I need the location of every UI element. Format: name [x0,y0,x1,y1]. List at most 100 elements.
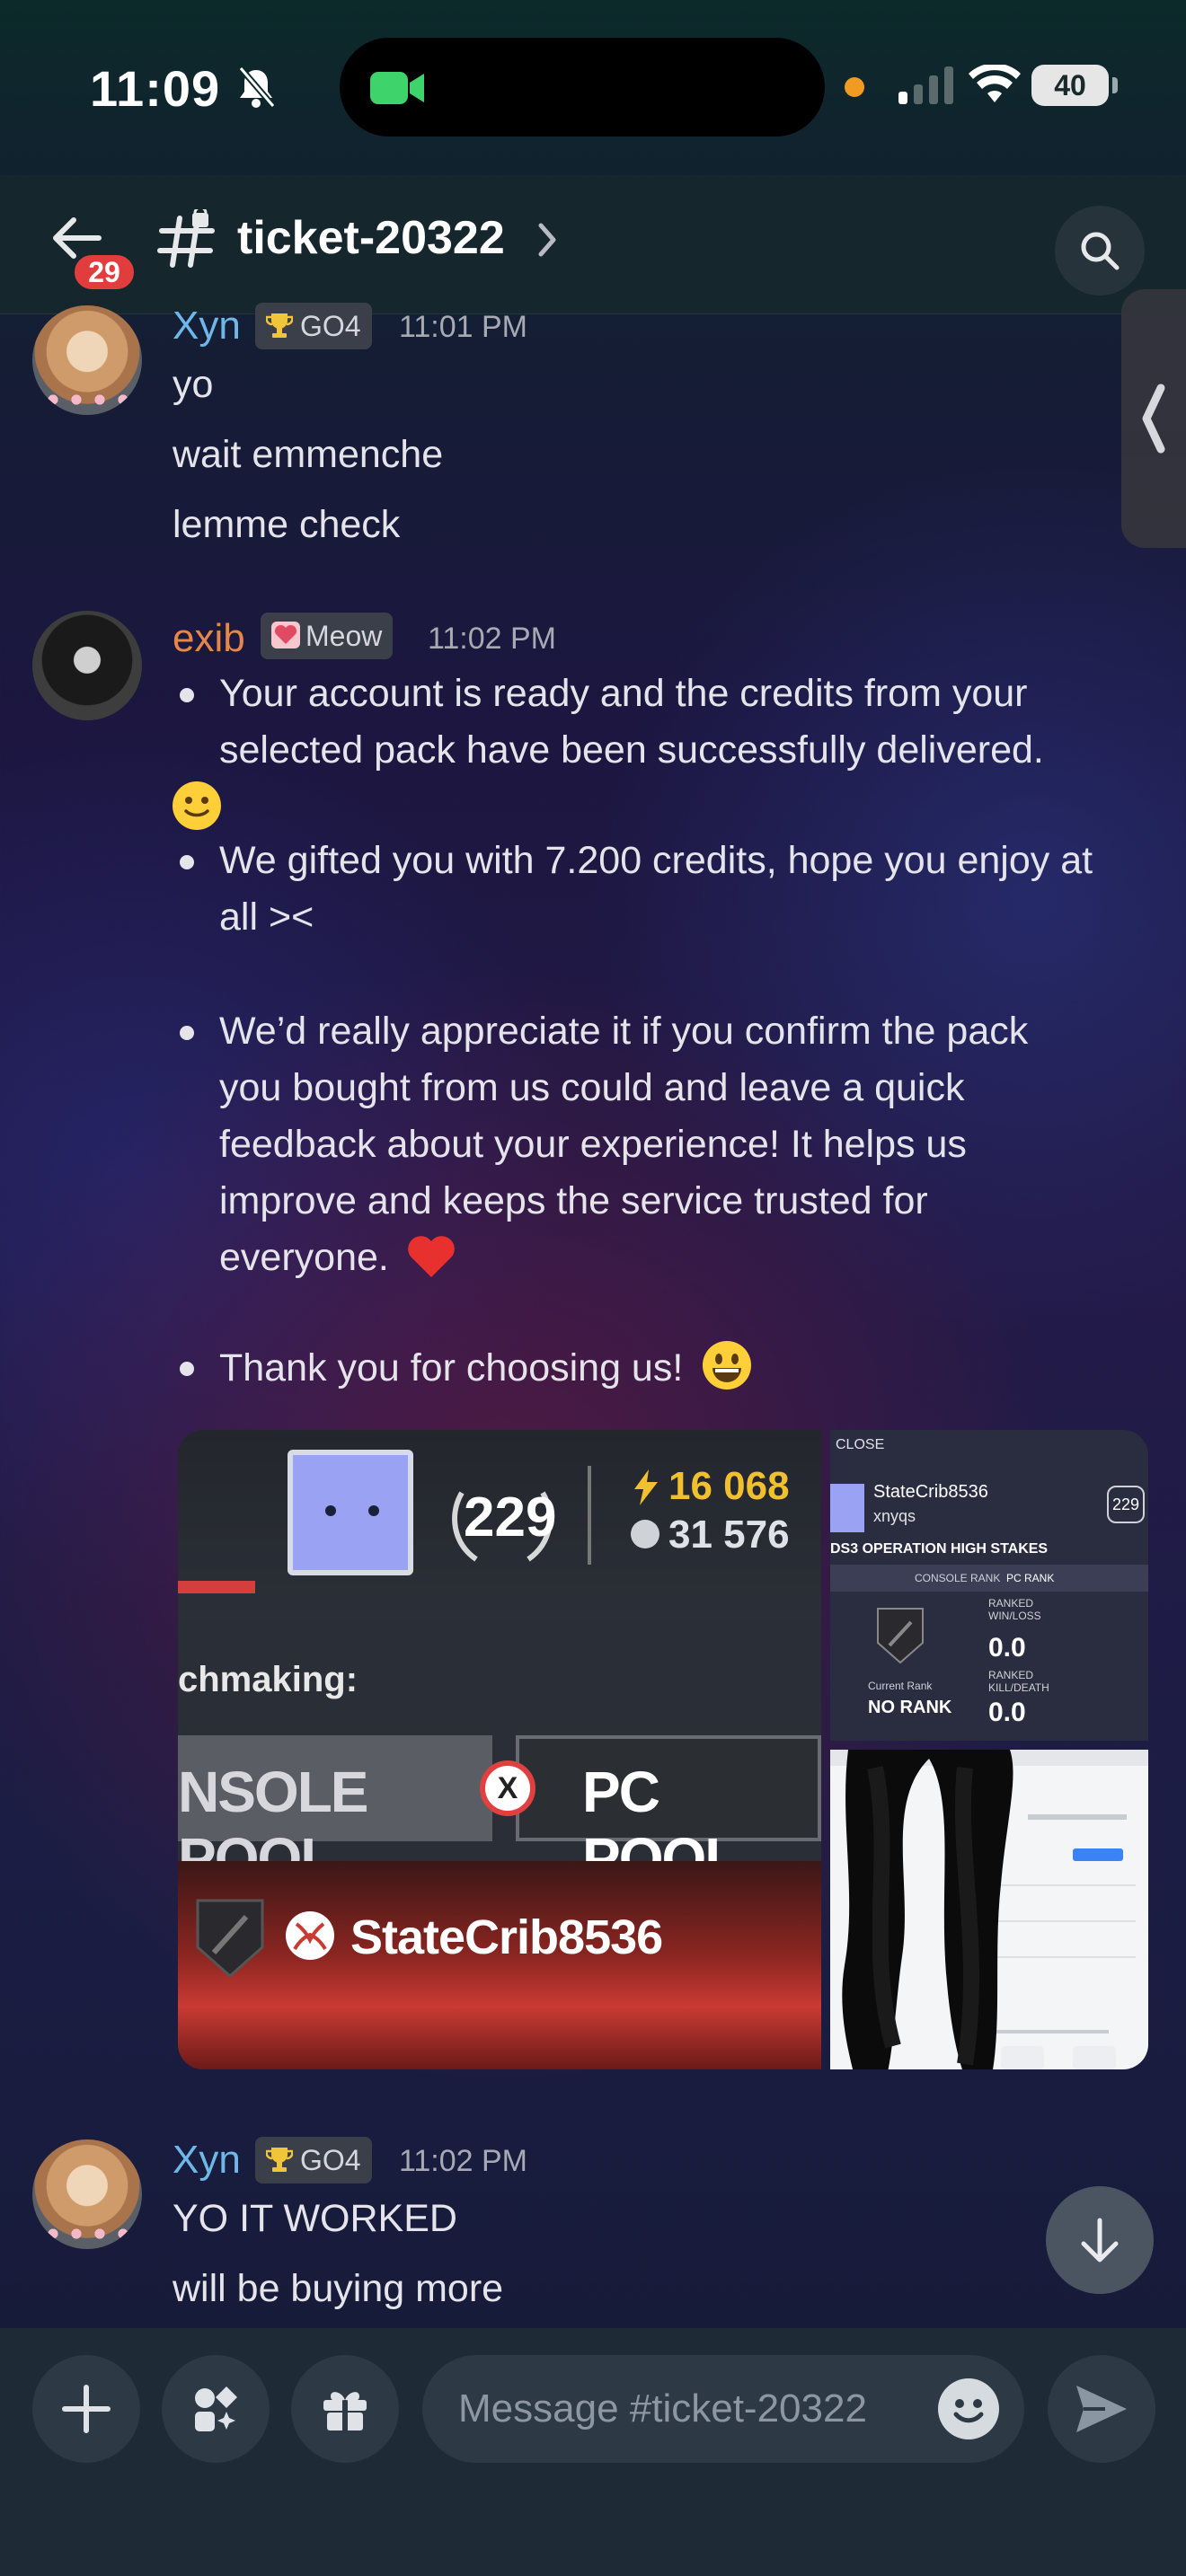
message-author[interactable]: Xyn [173,304,241,348]
toggle-x-icon: X [480,1760,535,1816]
message-line-text: everyone. [219,1236,389,1279]
grinning-emoji [703,1341,752,1389]
image-attachment-main[interactable]: 229 16 068 31 576 chmaking: NSOLE POOL P… [178,1430,821,2069]
message-timestamp: 11:02 PM [399,2144,528,2178]
message-line: Your account is ready and the credits fr… [219,672,1028,715]
gamertag: StateCrib8536 [350,1910,663,1964]
image-attachment-redacted[interactable] [830,1750,1148,2069]
role-name: GO4 [300,310,361,342]
member-drawer-handle[interactable] [1121,289,1186,548]
message-author[interactable]: exib [173,616,245,661]
plus-icon [62,2385,111,2433]
avatar[interactable] [32,305,142,415]
message-line: We gifted you with 7.200 credits, hope y… [219,839,1093,882]
avatar[interactable] [32,2139,142,2249]
recording-indicator [845,77,864,97]
profile-picture [288,1450,413,1575]
status-time: 11:09 [90,60,221,117]
emoji-slight-smile [171,780,223,836]
win-loss-value: 0.0 [988,1633,1026,1663]
message-input[interactable] [458,2355,943,2463]
message-line: Thank you for choosing us! [219,1339,753,1397]
message-input-container [422,2355,1024,2463]
avatar[interactable] [32,611,142,720]
pc-rank-tab: PC RANK [1006,1572,1055,1584]
image-attachments: 229 16 068 31 576 chmaking: NSOLE POOL P… [178,1430,1148,2069]
rank-emblem-icon [877,1608,924,1664]
profile-gamertag: StateCrib8536 [873,1482,988,1502]
apps-button[interactable] [162,2355,270,2463]
message-line: improve and keeps the service trusted fo… [219,1179,928,1222]
message-author[interactable]: Xyn [173,2138,241,2183]
console-pool-tile: NSOLE POOL [178,1735,492,1891]
event-name: DS3 OPERATION HIGH STAKES [830,1541,1049,1557]
message-timestamp: 11:01 PM [399,310,528,344]
message-timestamp: 11:02 PM [428,622,557,656]
add-attachment-button[interactable] [32,2355,140,2463]
role-name: Meow [305,620,383,652]
arrow-down-icon [1081,2218,1119,2263]
jump-to-bottom-button[interactable] [1046,2186,1154,2294]
message-text: yo [173,363,214,406]
message-composer [0,2328,1186,2576]
role-badge: Meow [261,613,394,659]
credits-top: 16 068 [668,1464,790,1508]
list-bullet [180,688,194,702]
list-bullet [180,855,194,869]
credits-bottom: 31 576 [668,1513,790,1557]
camera-icon [370,72,424,104]
search-icon [1081,232,1120,270]
rank-emblem-icon [196,1899,264,1979]
list-bullet [180,1026,194,1040]
message-text: will be buying more [173,2267,504,2310]
apps-icon [195,2386,237,2431]
close-label: CLOSE [836,1437,885,1452]
message-line: feedback about your experience! It helps… [219,1123,967,1166]
role-badge: GO4 [255,2137,372,2183]
send-button[interactable] [1048,2355,1155,2463]
xbox-icon [286,1911,334,1960]
status-bar: 11:09 40 [0,0,1186,171]
gift-icon [323,2392,367,2430]
lightning-icon [634,1469,658,1505]
battery-tip [1112,77,1118,93]
kd-label: RANKED KILL/DEATH [988,1669,1049,1694]
message-text: We’d really appreciate it if you confirm… [219,1003,1028,1286]
current-rank-label: Current Rank [868,1680,933,1692]
send-icon [1076,2386,1127,2432]
heart-emoji [407,1236,455,1277]
console-rank-tab: CONSOLE RANK [915,1572,1001,1584]
message-line: all >< [219,895,314,939]
gift-button[interactable] [291,2355,399,2463]
profile-handle: xnyqs [873,1507,916,1525]
win-loss-label: RANKED WIN/LOSS [988,1597,1041,1622]
emoji-icon [953,2399,984,2423]
battery-level: 40 [1031,65,1109,106]
chevron-left-icon [1142,384,1165,454]
image-attachment-profile[interactable]: CLOSE StateCrib8536 xnyqs 229 DS3 OPERAT… [830,1430,1148,1741]
role-name: GO4 [300,2144,361,2176]
search-button[interactable] [1055,206,1145,296]
wifi-icon [969,65,1021,102]
message-text: Your account is ready and the credits fr… [219,666,1044,779]
trophy-icon [266,2148,293,2172]
message-line: everyone. [219,1230,1028,1286]
emoji-button[interactable] [938,2378,999,2439]
redaction-scribble [842,1750,1013,2069]
message-text: wait emmenche [173,433,444,476]
gamertag-banner: StateCrib8536 [178,1861,821,2069]
player-level: 229 [464,1486,557,1548]
role-badge: GO4 [255,303,372,349]
message-line: you bought from us could and leave a qui… [219,1066,965,1109]
message-text: YO IT WORKED [173,2197,457,2240]
trophy-icon [266,313,293,338]
message-line-text: Thank you for choosing us! [219,1346,684,1389]
unread-badge: 29 [70,251,138,294]
chevron-right-icon[interactable] [537,222,559,258]
bell-off-icon [238,66,276,109]
list-bullet [180,1362,194,1376]
heart-icon [271,622,300,648]
matchmaking-label: chmaking: [178,1660,358,1699]
channel-title[interactable]: ticket-20322 [237,211,505,265]
current-rank: NO RANK [868,1698,952,1717]
